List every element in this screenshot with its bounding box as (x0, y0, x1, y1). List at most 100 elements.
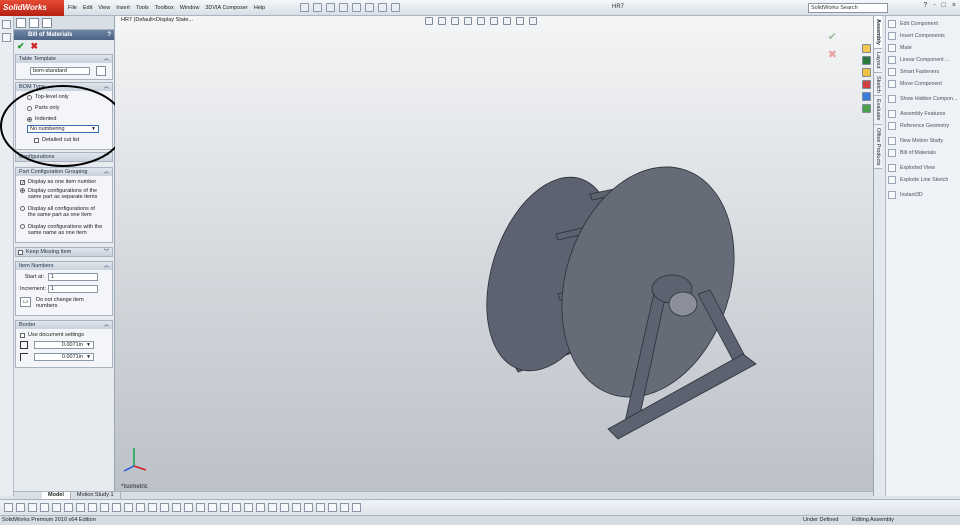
zoom-fit-icon[interactable] (425, 17, 433, 25)
previous-view-icon[interactable] (451, 17, 459, 25)
design-library-icon[interactable] (862, 56, 871, 65)
cmd-move-component[interactable]: Move Component (886, 78, 960, 90)
ok-icon[interactable]: ✔ (17, 41, 25, 51)
minimize-icon[interactable]: - (933, 2, 935, 9)
box-border-select[interactable]: 0.0071in ▼ (34, 341, 94, 349)
hide-show-icon[interactable] (503, 17, 511, 25)
tool-icon[interactable] (292, 503, 301, 512)
confirm-ok-icon[interactable]: ✔ (828, 31, 837, 43)
view-orientation-icon[interactable] (477, 17, 485, 25)
cmd-smart-fasteners[interactable]: Smart Fasteners (886, 66, 960, 78)
tool-icon[interactable] (220, 503, 229, 512)
collapse-icon[interactable]: ︽ (104, 83, 109, 91)
tool-icon[interactable] (304, 503, 313, 512)
tool-icon[interactable] (112, 503, 121, 512)
tool-icon[interactable] (196, 503, 205, 512)
menu-edit[interactable]: Edit (83, 5, 92, 11)
radio-icon[interactable] (20, 224, 25, 229)
open-icon[interactable] (313, 3, 322, 12)
template-field[interactable]: bom-standard (30, 67, 90, 75)
tab-model[interactable]: Model (42, 492, 71, 499)
print-icon[interactable] (339, 3, 348, 12)
tool-icon[interactable] (232, 503, 241, 512)
tool-icon[interactable] (208, 503, 217, 512)
cmd-insert-components[interactable]: Insert Components (886, 30, 960, 42)
radio-separate-items[interactable]: Display configurations of the same part … (20, 188, 108, 200)
section-header[interactable]: Border ︽ (16, 321, 112, 329)
menu-insert[interactable]: Insert (116, 5, 130, 11)
section-view-icon[interactable] (464, 17, 472, 25)
checkbox-icon[interactable] (20, 332, 25, 338)
tab-assembly[interactable]: Assembly (874, 16, 882, 49)
cmd-explode-line-sketch[interactable]: Explode Line Sketch (886, 174, 960, 186)
do-not-change-button[interactable]: 1,2 Do not change item numbers (20, 297, 108, 309)
tool-icon[interactable] (76, 503, 85, 512)
tool-icon[interactable] (184, 503, 193, 512)
radio-icon[interactable] (20, 206, 25, 211)
checkbox-checked-icon[interactable]: ✓ (20, 179, 25, 185)
cmd-show-hidden[interactable]: Show Hidden Compon... (886, 93, 960, 105)
menu-file[interactable]: File (68, 5, 77, 11)
checkbox-icon[interactable] (18, 249, 23, 255)
tool-icon[interactable] (340, 503, 349, 512)
cmd-reference-geometry[interactable]: Reference Geometry (886, 120, 960, 132)
cancel-icon[interactable]: ✖ (31, 41, 39, 51)
cmd-assembly-features[interactable]: Assembly Features (886, 108, 960, 120)
cmd-mate[interactable]: Mate (886, 42, 960, 54)
tool-icon[interactable] (268, 503, 277, 512)
tool-icon[interactable] (88, 503, 97, 512)
property-manager-tab-icon[interactable] (29, 18, 39, 28)
tool-icon[interactable] (244, 503, 253, 512)
grid-border-select[interactable]: 0.0071in ▼ (34, 353, 94, 361)
help-icon[interactable]: ? (923, 2, 927, 9)
tool-icon[interactable] (4, 503, 13, 512)
tab-sketch[interactable]: Sketch (874, 72, 882, 97)
tool-icon[interactable] (40, 503, 49, 512)
feature-tree-icon[interactable] (2, 20, 11, 29)
tab-layout[interactable]: Layout (874, 49, 882, 73)
config-manager-tab-icon[interactable] (42, 18, 52, 28)
tool-icon[interactable] (124, 503, 133, 512)
radio-all-one-item[interactable]: Display all configurations of the same p… (20, 206, 108, 218)
radio-icon[interactable] (20, 188, 25, 193)
help-icon[interactable]: ? (107, 30, 111, 40)
collapse-icon[interactable]: ︽ (104, 262, 109, 270)
browse-template-icon[interactable] (96, 66, 106, 76)
section-header[interactable]: Item Numbers ︽ (16, 262, 112, 270)
solidworks-logo[interactable]: SolidWorks (0, 0, 64, 16)
resources-icon[interactable] (862, 44, 871, 53)
tool-icon[interactable] (280, 503, 289, 512)
section-header[interactable]: Keep Missing Item ︾ (16, 248, 112, 256)
graphics-area[interactable]: HR7 (Default<Display State... ✔ ✖ *Isome… (115, 16, 873, 496)
tool-icon[interactable] (136, 503, 145, 512)
view-palette-icon[interactable] (862, 92, 871, 101)
display-style-icon[interactable] (490, 17, 498, 25)
do-not-change-icon[interactable]: 1,2 (20, 297, 31, 307)
increment-input[interactable]: 1 (48, 285, 98, 293)
tool-icon[interactable] (172, 503, 181, 512)
use-document-settings-checkbox[interactable]: Use document settings (20, 332, 108, 338)
tool-icon[interactable] (28, 503, 37, 512)
tab-evaluate[interactable]: Evaluate (874, 96, 882, 125)
new-icon[interactable] (300, 3, 309, 12)
cmd-new-motion-study[interactable]: New Motion Study (886, 135, 960, 147)
select-icon[interactable] (365, 3, 374, 12)
cmd-edit-component[interactable]: Edit Component (886, 18, 960, 30)
menu-view[interactable]: View (98, 5, 110, 11)
undo-icon[interactable] (352, 3, 361, 12)
search-input[interactable]: SolidWorks Search (808, 3, 888, 13)
cmd-linear-component[interactable]: Linear Component ... (886, 54, 960, 66)
confirm-cancel-icon[interactable]: ✖ (828, 48, 837, 62)
menu-help[interactable]: Help (254, 5, 265, 11)
tool-icon[interactable] (148, 503, 157, 512)
scene-icon[interactable] (529, 17, 537, 25)
file-explorer-icon[interactable] (862, 68, 871, 77)
tool-icon[interactable] (256, 503, 265, 512)
appearance-icon[interactable] (516, 17, 524, 25)
cmd-instant3d[interactable]: Instant3D (886, 189, 960, 201)
search-results-icon[interactable] (862, 80, 871, 89)
maximize-icon[interactable]: □ (942, 2, 946, 9)
zoom-area-icon[interactable] (438, 17, 446, 25)
hose-reel-model[interactable] (478, 134, 758, 454)
options-icon[interactable] (391, 3, 400, 12)
